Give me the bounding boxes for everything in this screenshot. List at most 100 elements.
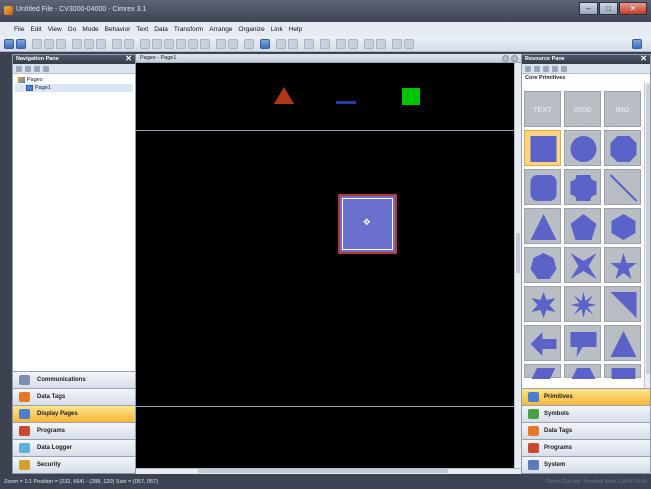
copy-icon[interactable] [84,39,94,49]
res-symbols[interactable]: Symbols [522,405,650,422]
res-system[interactable]: System [522,456,650,473]
rounded-rectangle-primitive[interactable] [524,169,561,205]
save-icon[interactable] [56,39,66,49]
menu-arrange[interactable]: Arrange [209,26,232,33]
layout-icon[interactable] [364,39,374,49]
right-triangle-primitive[interactable] [604,286,641,322]
canvas-vertical-scrollbar[interactable] [514,63,521,468]
cross-star-primitive[interactable] [564,247,601,283]
add-page-icon[interactable] [16,66,22,72]
scroll-thumb[interactable] [198,469,448,473]
numeric-primitive[interactable]: 0000 [564,91,601,127]
maximize-button[interactable]: □ [599,2,618,15]
tree-node-pages[interactable]: Pages [15,76,133,84]
redo-icon[interactable] [124,39,134,49]
triangle-primitive[interactable] [524,208,561,244]
text-primitive[interactable]: TEXT [524,91,561,127]
menu-data[interactable]: Data [154,26,168,33]
close-navigation-pane-button[interactable]: ✕ [125,54,132,63]
snap-icon[interactable] [320,39,330,49]
pentagon-primitive[interactable] [564,208,601,244]
settings-icon[interactable] [561,66,567,72]
forward-icon[interactable] [534,66,540,72]
nav-display-pages[interactable]: Display Pages [13,405,135,422]
six-point-star-primitive[interactable] [524,286,561,322]
square-primitive[interactable] [604,364,641,379]
distribute-icon[interactable] [228,39,238,49]
scroll-thumb[interactable] [516,233,520,273]
zoom-in-icon[interactable] [336,39,346,49]
forward-icon[interactable] [16,39,26,49]
green-square-shape[interactable] [402,88,420,105]
ellipse-tool-icon[interactable] [188,39,198,49]
triangle-shape[interactable] [274,87,294,104]
refresh-icon[interactable] [552,66,558,72]
callout-primitive[interactable] [564,325,601,361]
paste-icon[interactable] [96,39,106,49]
res-data-tags[interactable]: Data Tags [522,422,650,439]
help-icon[interactable] [632,39,642,49]
rect-tool-icon[interactable] [176,39,186,49]
zoom-out-icon[interactable] [348,39,358,49]
bring-front-icon[interactable] [276,39,286,49]
close-resource-pane-button[interactable]: ✕ [640,54,647,63]
send-back-icon[interactable] [288,39,298,49]
star-primitive[interactable] [604,247,641,283]
res-primitives[interactable]: Primitives [522,388,650,405]
polygon-tool-icon[interactable] [200,39,210,49]
heptagon-primitive[interactable] [524,247,561,283]
line-tool-icon[interactable] [164,39,174,49]
resource-scrollbar[interactable] [644,82,650,392]
line-primitive[interactable] [604,169,641,205]
tree-node-page1[interactable]: Page1 [15,84,133,92]
pointer-tool-icon[interactable] [140,39,150,49]
properties-icon[interactable] [376,39,386,49]
menu-view[interactable]: View [48,26,62,33]
hexagon-primitive[interactable] [604,208,641,244]
menu-transform[interactable]: Transform [174,26,203,33]
stop-icon[interactable] [404,39,414,49]
canvas-horizontal-scrollbar[interactable] [136,468,521,474]
new-file-icon[interactable] [32,39,42,49]
menu-organize[interactable]: Organize [238,26,264,33]
menu-text[interactable]: Text [136,26,148,33]
fill-color-icon[interactable] [260,39,270,49]
align-icon[interactable] [216,39,226,49]
menu-edit[interactable]: Edit [30,26,41,33]
text-tool-icon[interactable] [152,39,162,49]
nav-data-logger[interactable]: Data Logger [13,439,135,456]
menu-go[interactable]: Go [68,26,77,33]
run-icon[interactable] [392,39,402,49]
add-folder-icon[interactable] [25,66,31,72]
delete-icon[interactable] [34,66,40,72]
notched-rectangle-primitive[interactable] [564,169,601,205]
image-primitive[interactable]: IMG [604,91,641,127]
cut-icon[interactable] [72,39,82,49]
scroll-thumb[interactable] [646,84,650,374]
nav-security[interactable]: Security [13,456,135,473]
burst-primitive[interactable] [564,286,601,322]
group-icon[interactable] [244,39,254,49]
previous-page-icon[interactable] [502,55,509,62]
grid-icon[interactable] [304,39,314,49]
next-page-icon[interactable] [511,55,518,62]
design-canvas[interactable]: ✥ [136,63,514,468]
nav-communications[interactable]: Communications [13,371,135,388]
home-icon[interactable] [543,66,549,72]
triangle-alt-primitive[interactable] [604,325,641,361]
menu-file[interactable]: File [14,26,24,33]
arrow-primitive[interactable] [524,325,561,361]
trapezoid-primitive[interactable] [564,364,601,379]
circle-primitive[interactable] [564,130,601,166]
app-icon[interactable] [4,6,13,15]
open-icon[interactable] [44,39,54,49]
back-icon[interactable] [4,39,14,49]
undo-icon[interactable] [112,39,122,49]
back-icon[interactable] [525,66,531,72]
menu-mode[interactable]: Mode [82,26,98,33]
rename-icon[interactable] [43,66,49,72]
menu-behavior[interactable]: Behavior [105,26,131,33]
octagon-primitive[interactable] [604,130,641,166]
res-programs[interactable]: Programs [522,439,650,456]
parallelogram-primitive[interactable] [524,364,561,379]
